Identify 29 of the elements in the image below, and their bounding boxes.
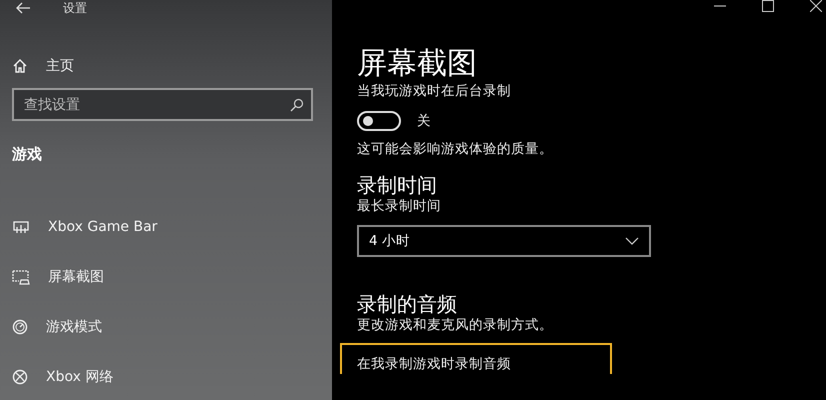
back-icon[interactable] xyxy=(15,2,31,14)
gauge-icon xyxy=(12,319,28,335)
sidebar-item[interactable]: 游戏模式 xyxy=(12,317,332,337)
duration-dropdown[interactable]: 4 小时 xyxy=(357,225,651,257)
home-icon xyxy=(12,58,28,74)
sidebar-item[interactable]: Xbox Game Bar xyxy=(12,217,332,237)
setting-note: 这可能会影响游戏体验的质量。 xyxy=(357,140,554,158)
section-heading: 录制的音频 xyxy=(357,292,458,316)
section-description: 更改游戏和麦克风的录制方式。 xyxy=(357,316,554,334)
minimize-icon[interactable] xyxy=(714,5,726,7)
sidebar-item[interactable]: Xbox 网络 xyxy=(12,367,332,387)
setting-label: 当我玩游戏时在后台录制 xyxy=(357,82,512,100)
home-item[interactable]: 主页 xyxy=(12,56,332,76)
chevron-down-icon xyxy=(625,237,639,245)
search-icon[interactable] xyxy=(290,98,304,112)
screen-capture-icon xyxy=(12,269,30,285)
toggle-state: 关 xyxy=(417,112,431,130)
close-icon[interactable] xyxy=(810,0,822,12)
section-heading: 游戏 xyxy=(12,145,43,164)
window-title: 设置 xyxy=(63,0,87,16)
bar-chart-icon xyxy=(12,219,30,235)
sidebar-item[interactable]: 屏幕截图 xyxy=(12,267,332,287)
page-title: 屏幕截图 xyxy=(357,46,478,82)
search-field[interactable]: 查找设置 xyxy=(12,88,313,121)
toggle-switch[interactable] xyxy=(357,111,401,131)
maximize-icon[interactable] xyxy=(762,0,774,12)
setting-label: 最长录制时间 xyxy=(357,197,442,215)
section-heading: 录制时间 xyxy=(357,173,438,197)
setting-label: 在我录制游戏时录制音频 xyxy=(357,356,511,372)
